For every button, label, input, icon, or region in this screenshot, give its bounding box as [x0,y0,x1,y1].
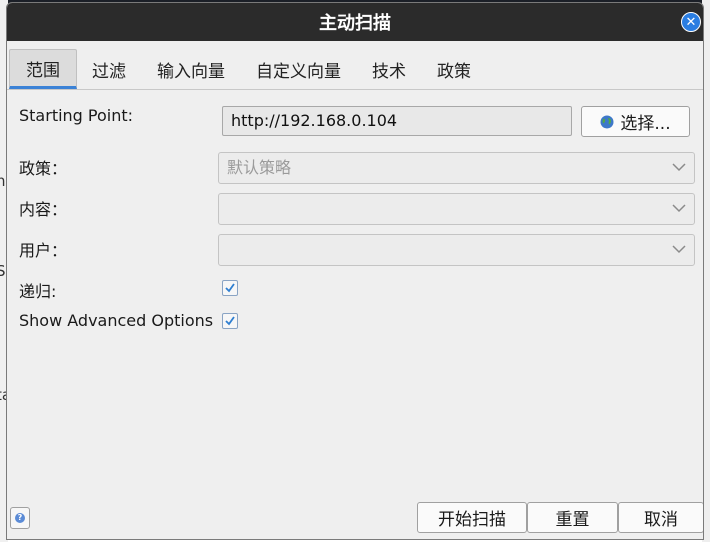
tab-input-vectors[interactable]: 输入向量 [141,49,241,89]
chevron-down-icon [672,204,686,213]
policy-select-value: 默认策略 [227,158,292,177]
tab-technology[interactable]: 技术 [356,49,422,89]
starting-point-input[interactable]: http://192.168.0.104 [222,106,572,136]
start-scan-button[interactable]: 开始扫描 [417,502,527,533]
dialog-footer: ? 开始扫描 重置 取消 [7,497,703,539]
policy-select[interactable]: 默认策略 [218,152,695,184]
choose-button[interactable]: 选择... [581,106,690,137]
chevron-down-icon [672,245,686,254]
user-select[interactable] [218,234,695,266]
advanced-options-checkbox[interactable] [222,313,238,329]
background-text: S [0,262,6,280]
help-button[interactable]: ? [10,507,30,529]
tab-bar: 范围 过滤 输入向量 自定义向量 技术 政策 [7,41,703,90]
dialog-titlebar[interactable]: 主动扫描 ✕ [7,3,703,41]
scope-panel: Starting Point: http://192.168.0.104 选择.… [7,90,703,500]
checkmark-icon [225,283,235,293]
context-select[interactable] [218,193,695,225]
tab-filter[interactable]: 过滤 [76,49,142,89]
dialog-title: 主动扫描 [319,13,391,34]
chevron-down-icon [672,163,686,172]
policy-label: 政策： [19,159,68,178]
context-label: 内容： [19,200,68,219]
starting-point-label: Starting Point: [19,106,134,125]
close-icon[interactable]: ✕ [681,12,701,32]
tab-policy[interactable]: 政策 [421,49,487,89]
choose-button-label: 选择... [620,114,671,134]
globe-icon [600,115,614,128]
recurse-label: 递归: [19,282,57,301]
help-icon: ? [15,513,25,523]
advanced-options-label: Show Advanced Options [19,311,214,330]
checkmark-icon [225,316,235,326]
cancel-button[interactable]: 取消 [618,502,703,533]
background-text: n [0,172,6,190]
recurse-checkbox[interactable] [222,280,238,296]
user-label: 用户： [19,241,68,260]
reset-button[interactable]: 重置 [527,502,618,533]
tab-custom-vectors[interactable]: 自定义向量 [240,49,357,89]
tab-scope[interactable]: 范围 [9,49,77,89]
active-scan-dialog: 主动扫描 ✕ 范围 过滤 输入向量 自定义向量 技术 政策 Starting P… [6,2,704,540]
